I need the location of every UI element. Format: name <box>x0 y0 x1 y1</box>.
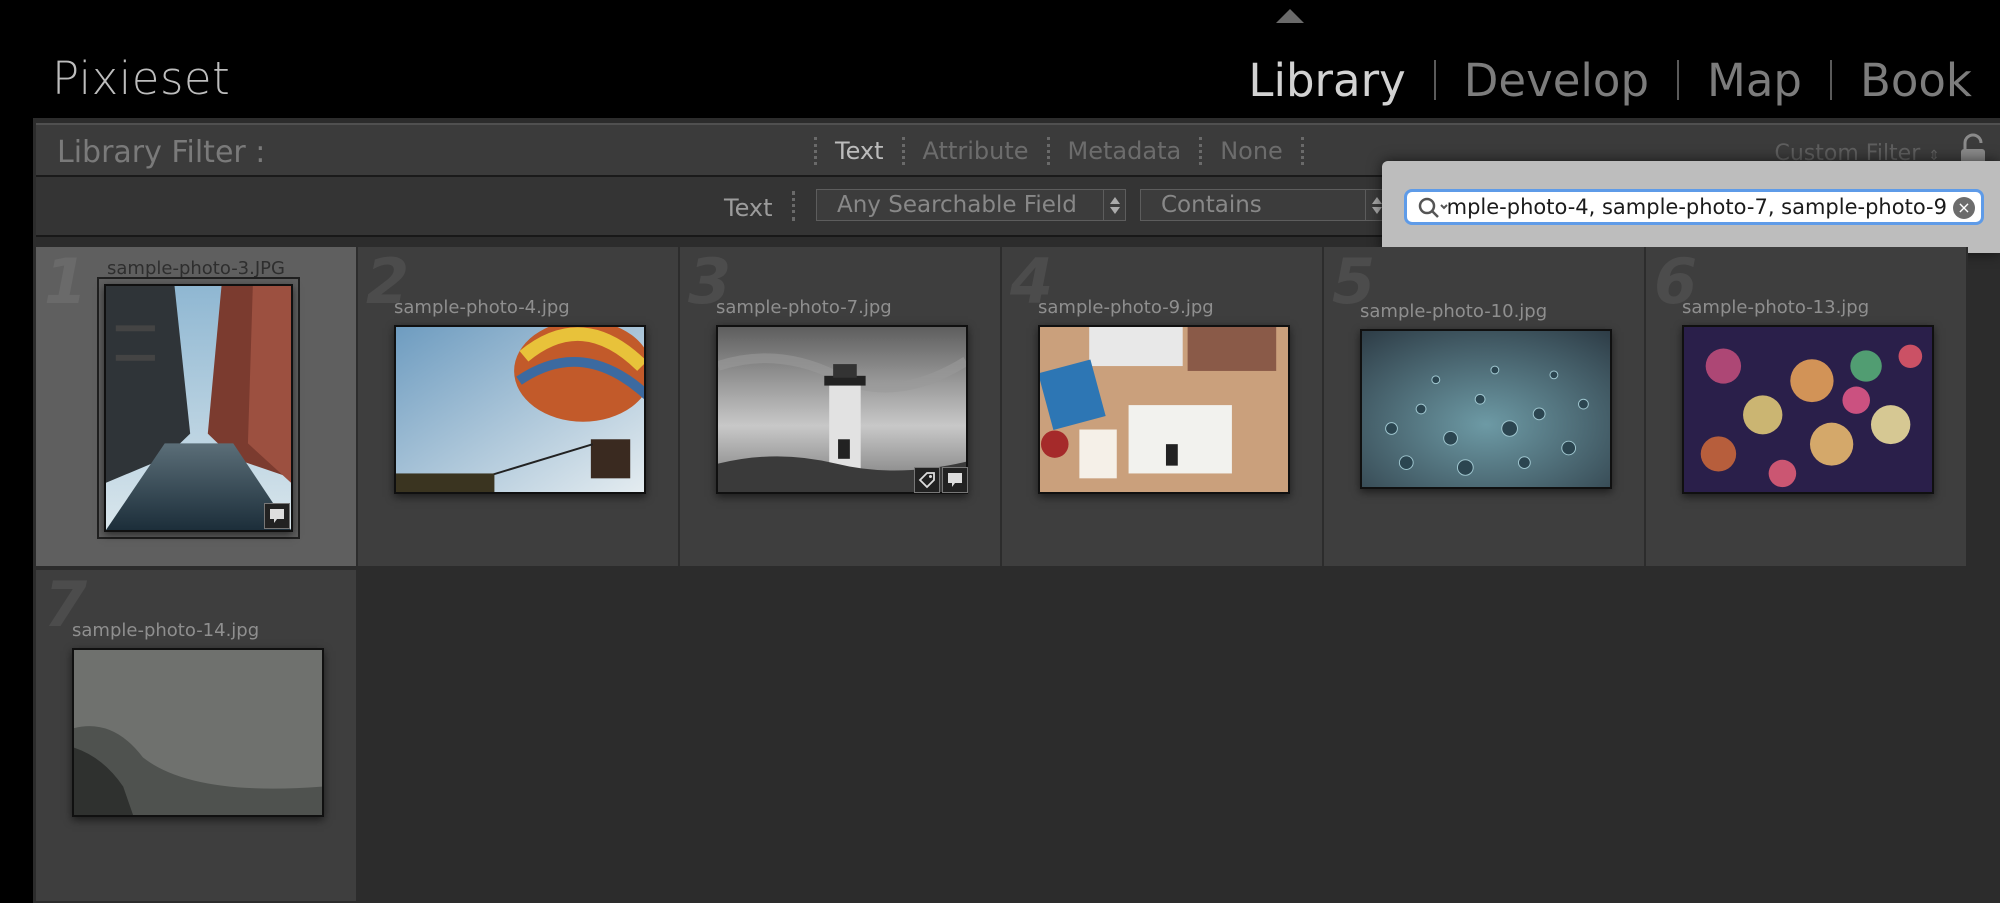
grid-cell[interactable]: 3 sample-photo-7.jpg <box>680 247 1002 568</box>
search-icon[interactable] <box>1417 196 1451 220</box>
grid-cell[interactable]: 4 sample-photo-9.jpg <box>1002 247 1324 568</box>
keyword-tag-icon[interactable] <box>914 467 940 493</box>
clear-search-icon[interactable]: × <box>1953 197 1975 219</box>
photo-filename: sample-photo-14.jpg <box>72 620 260 641</box>
photo-thumbnail[interactable] <box>394 325 646 494</box>
select-stepper-icon <box>1103 190 1125 220</box>
search-input[interactable]: sample-photo-4, sample-photo-7, sample-p… <box>1404 189 1984 225</box>
tab-separator <box>1300 137 1304 165</box>
photo-thumbnail[interactable] <box>104 284 293 532</box>
panel-collapse-arrow[interactable] <box>1276 9 1304 23</box>
filter-tabs: Text Attribute Metadata None <box>796 135 1322 167</box>
photo-filename: sample-photo-4.jpg <box>394 297 570 318</box>
tab-separator <box>1199 137 1203 165</box>
app-brand: Pixieset <box>52 52 231 105</box>
rule-select[interactable]: Contains <box>1140 189 1388 221</box>
tab-attribute[interactable]: Attribute <box>923 137 1029 165</box>
tab-metadata[interactable]: Metadata <box>1068 137 1182 165</box>
photo-thumbnail[interactable] <box>72 648 324 817</box>
photo-thumbnail[interactable] <box>1360 329 1612 489</box>
photo-thumbnail[interactable] <box>1038 325 1290 494</box>
tab-separator <box>814 137 817 165</box>
rule-value: Contains <box>1161 192 1262 218</box>
photo-filename: sample-photo-9.jpg <box>1038 297 1214 318</box>
photo-filename: sample-photo-3.JPG <box>107 258 285 279</box>
photo-thumbnail[interactable] <box>1682 325 1934 494</box>
text-filter-label: Text <box>724 194 773 222</box>
search-input-value: sample-photo-4, sample-photo-7, sample-p… <box>1447 195 1947 219</box>
tab-text[interactable]: Text <box>835 137 884 165</box>
grid-cell[interactable]: 2 sample-photo-4.jpg <box>358 247 680 568</box>
module-map[interactable]: Map <box>1679 54 1830 107</box>
tab-none[interactable]: None <box>1220 137 1283 165</box>
comment-icon[interactable] <box>942 467 968 493</box>
grid-cell[interactable]: 7 sample-photo-14.jpg <box>36 570 358 903</box>
grid-cell[interactable]: 6 sample-photo-13.jpg <box>1646 247 1968 568</box>
tab-separator <box>1046 137 1050 165</box>
separator <box>792 191 795 221</box>
photo-filename: sample-photo-13.jpg <box>1682 297 1870 318</box>
grid-cell[interactable]: 5 sample-photo-10.jpg <box>1324 247 1646 568</box>
module-picker: Library Develop Map Book <box>1220 50 2000 110</box>
module-book[interactable]: Book <box>1832 54 2000 107</box>
library-filter-title: Library Filter : <box>57 135 266 170</box>
comment-icon[interactable] <box>264 503 290 529</box>
grid-cell[interactable]: 1 sample-photo-3.JPG <box>36 247 358 568</box>
photo-filename: sample-photo-10.jpg <box>1360 301 1548 322</box>
searchable-field-value: Any Searchable Field <box>837 192 1077 218</box>
photo-grid: 1 sample-photo-3.JPG 2 sample-photo-4.jp… <box>36 247 1970 903</box>
searchable-field-select[interactable]: Any Searchable Field <box>816 189 1126 221</box>
module-library[interactable]: Library <box>1220 54 1433 107</box>
photo-filename: sample-photo-7.jpg <box>716 297 892 318</box>
module-develop[interactable]: Develop <box>1436 54 1677 107</box>
tab-separator <box>901 137 905 165</box>
